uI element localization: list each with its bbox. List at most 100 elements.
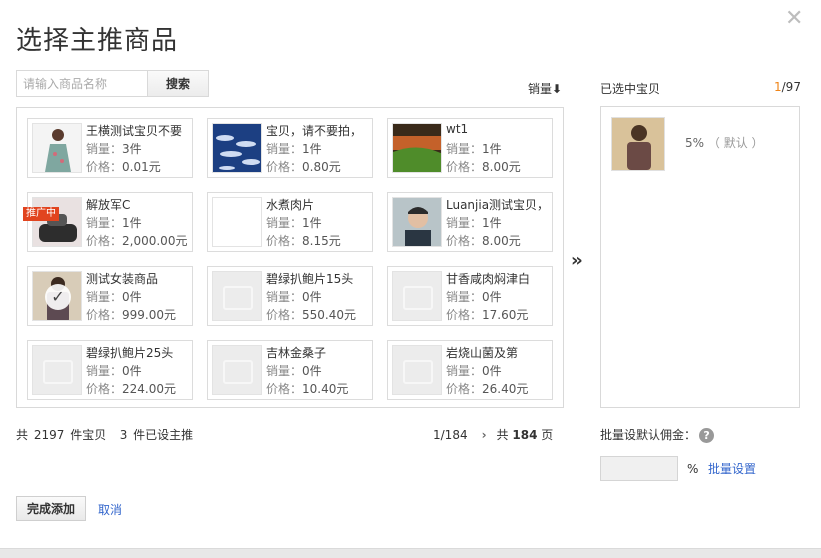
default-tag: （ 默认 ） — [707, 136, 764, 150]
dialog-title: 选择主推商品 — [16, 26, 179, 56]
search-button[interactable]: 搜索 — [147, 70, 209, 97]
product-sales: 销量：0件 — [266, 288, 322, 305]
product-thumbnail — [212, 345, 262, 395]
product-thumbnail — [392, 197, 442, 247]
product-card[interactable]: wt1 销量：1件价格：8.00元 — [387, 118, 553, 178]
product-thumbnail — [32, 345, 82, 395]
featured-suffix: 件已设主推 — [133, 428, 194, 442]
sort-by-sales[interactable]: 销量⬇ — [528, 80, 562, 97]
sales-label: 销量： — [86, 364, 123, 378]
sales-label: 销量： — [266, 216, 303, 230]
product-sales: 销量：0件 — [86, 362, 142, 379]
price-value: 8.00元 — [482, 234, 521, 248]
product-price: 价格：224.00元 — [86, 380, 176, 397]
batch-set-link[interactable]: 批量设置 — [708, 460, 756, 477]
sales-label: 销量： — [86, 216, 123, 230]
product-name: 测试女装商品 — [86, 272, 159, 286]
product-sales: 销量：0件 — [86, 288, 142, 305]
product-price: 价格：8.00元 — [446, 232, 521, 249]
price-label: 价格： — [86, 382, 123, 396]
commission-rate: 5% — [685, 136, 705, 150]
selected-count: 1/97 — [774, 80, 801, 94]
product-thumbnail — [32, 123, 82, 173]
product-thumbnail — [212, 197, 262, 247]
product-price: 价格：550.40元 — [266, 306, 356, 323]
next-page-icon[interactable]: › — [482, 428, 487, 442]
product-price: 价格：0.80元 — [266, 158, 341, 175]
sales-value: 0件 — [122, 290, 142, 304]
product-card[interactable]: ✓ 测试女装商品 销量：0件 价格：999.00元 — [27, 266, 193, 326]
product-card[interactable]: 碧绿扒鲍片25头 销量：0件 价格：224.00元 — [27, 340, 193, 400]
sales-value: 0件 — [302, 290, 322, 304]
sales-label: 销量： — [86, 290, 123, 304]
sales-value: 1件 — [482, 216, 502, 230]
move-right-icon[interactable]: ›› — [571, 250, 583, 271]
selected-count-total: /97 — [781, 80, 801, 94]
product-sales: 销量：1件 — [446, 214, 502, 231]
cancel-link[interactable]: 取消 — [98, 501, 122, 518]
selected-panel: 5% （ 默认 ） — [600, 106, 800, 408]
pages-prefix: 共 — [496, 428, 509, 442]
batch-commission-input[interactable] — [600, 456, 678, 481]
product-card[interactable]: 吉林金桑子 销量：0件 价格：10.40元 — [207, 340, 373, 400]
product-thumbnail — [392, 123, 442, 173]
product-sales: 销量：1件 — [266, 140, 322, 157]
product-card[interactable]: 宝贝，请不要拍， 销量：1件 价格：0.80元 — [207, 118, 373, 178]
close-icon[interactable]: ✕ — [785, 8, 803, 30]
sales-label: 销量： — [266, 290, 303, 304]
search-bar: 搜索 — [16, 70, 209, 97]
product-card[interactable]: 水煮肉片 销量：1件 价格：8.15元 — [207, 192, 373, 252]
pages-suffix: 页 — [541, 428, 554, 442]
sales-value: 3件 — [122, 142, 142, 156]
price-label: 价格： — [446, 160, 483, 174]
price-value: 0.80元 — [302, 160, 341, 174]
product-price: 价格：8.15元 — [266, 232, 341, 249]
checkmark-icon: ✓ — [45, 284, 71, 310]
product-price: 价格：2,000.00元 — [86, 232, 187, 249]
sales-value: 1件 — [482, 142, 502, 156]
sales-label: 销量： — [446, 142, 483, 156]
product-sales: 销量：0件 — [446, 288, 502, 305]
price-value: 2,000.00元 — [122, 234, 188, 248]
sales-value: 1件 — [302, 142, 322, 156]
product-price: 价格：0.01元 — [86, 158, 161, 175]
price-label: 价格： — [266, 382, 303, 396]
product-sales: 销量：1件 — [86, 214, 142, 231]
product-sales: 销量：3件 — [86, 140, 142, 157]
product-name: 王横测试宝贝不要 — [86, 124, 183, 138]
product-card[interactable]: 王横测试宝贝不要 销量：3件 价格：0.01元 — [27, 118, 193, 178]
sales-value: 0件 — [482, 364, 502, 378]
product-thumbnail: ✓ — [32, 271, 82, 321]
search-input[interactable] — [16, 70, 148, 97]
price-value: 8.00元 — [482, 160, 521, 174]
product-grid: 王横测试宝贝不要 销量：3件 价格：0.01元 宝贝，请不要拍， 销量：1件 价格：0.8… — [16, 107, 564, 408]
sales-label: 销量： — [446, 290, 483, 304]
product-name: wt1 — [446, 122, 469, 136]
product-card[interactable]: Luanjia测试宝贝， 销量：1件 价格：8.00元 — [387, 192, 553, 252]
product-summary: 共 2197 件宝贝 3 件已设主推 — [16, 426, 195, 443]
selected-item-thumbnail[interactable] — [611, 117, 665, 171]
product-card[interactable]: 岩烧山菌及第 销量：0件 价格：26.40元 — [387, 340, 553, 400]
price-label: 价格： — [446, 234, 483, 248]
price-value: 17.60元 — [482, 308, 529, 322]
sort-label: 销量 — [528, 82, 553, 96]
price-value: 0.01元 — [122, 160, 161, 174]
product-card[interactable]: 推广中 解放军C 销量：1件 价格：2,000.00元 — [23, 192, 193, 252]
done-add-button[interactable]: 完成添加 — [16, 496, 86, 521]
price-value: 999.00元 — [122, 308, 177, 322]
selected-panel-label: 已选中宝贝 — [600, 82, 661, 96]
selected-count-current: 1 — [774, 80, 782, 94]
sort-down-arrow-icon: ⬇ — [552, 82, 563, 96]
price-label: 价格： — [266, 160, 303, 174]
product-name: 水煮肉片 — [266, 198, 315, 212]
help-icon[interactable]: ? — [699, 428, 715, 443]
price-label: 价格： — [266, 234, 303, 248]
product-name: 解放军C — [86, 198, 131, 212]
product-card[interactable]: 碧绿扒鲍片15头 销量：0件 价格：550.40元 — [207, 266, 373, 326]
sales-value: 0件 — [302, 364, 322, 378]
sales-label: 销量： — [86, 142, 123, 156]
product-thumbnail — [32, 197, 82, 247]
product-card[interactable]: 甘香咸肉焖津白 销量：0件 价格：17.60元 — [387, 266, 553, 326]
price-value: 550.40元 — [302, 308, 357, 322]
product-name: 甘香咸肉焖津白 — [446, 272, 531, 286]
